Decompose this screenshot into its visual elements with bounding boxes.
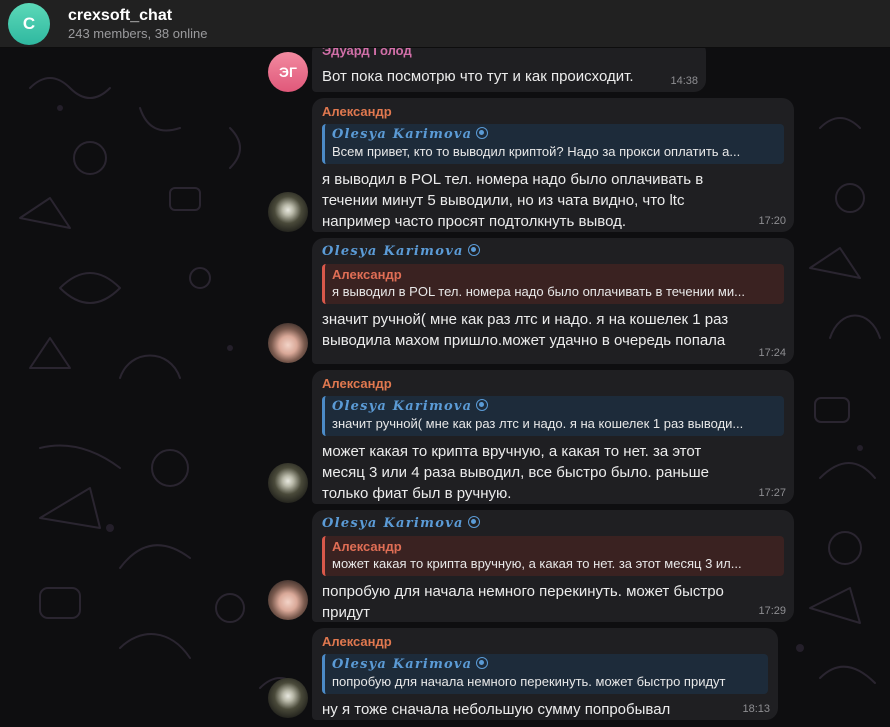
message-text: я выводил в POL тел. номера надо было оп… [322,171,704,230]
chat-avatar[interactable]: C [8,3,50,45]
message-bubble[interactable]: Александр Olesya Karimova значит ручной(… [312,370,794,504]
verified-badge-icon [476,399,489,411]
message-time: 17:24 [758,347,786,359]
message-time: 18:13 [742,703,770,715]
sender-name[interactable]: Olesya Karimova [322,244,784,261]
message-time: 17:27 [758,487,786,499]
message-bubble[interactable]: Olesya Karimova Александр может какая то… [312,510,794,622]
message-text: может какая то крипта вручную, а какая т… [322,443,709,502]
sender-name[interactable]: Александр [322,634,768,651]
reply-quote[interactable]: Olesya Karimova попробую для начала немн… [322,654,768,694]
verified-badge-icon [467,516,480,528]
reply-quote[interactable]: Olesya Karimova значит ручной( мне как р… [322,396,784,436]
sender-avatar[interactable] [268,678,308,718]
chat-header[interactable]: C crexsoft_chat 243 members, 38 online [0,0,890,48]
reply-text: значит ручной( мне как раз лтс и надо. я… [332,416,744,431]
message-bubble[interactable]: Александр Olesya Karimova Всем привет, к… [312,98,794,232]
sender-name[interactable]: Эдуард Голод [322,46,696,60]
reply-text: может какая то крипта вручную, а какая т… [332,556,742,571]
message-text: значит ручной( мне как раз лтс и надо. я… [322,311,729,349]
reply-quote[interactable]: Александр может какая то крипта вручную,… [322,536,784,576]
reply-text: попробую для начала немного перекинуть. … [332,674,726,689]
sender-name[interactable]: Александр [322,104,784,121]
verified-badge-icon [467,244,480,256]
reply-author: Olesya Karimova [332,127,777,143]
sender-avatar[interactable]: ЭГ [268,52,308,92]
reply-quote[interactable]: Александр я выводил в POL тел. номера на… [322,264,784,304]
sender-name[interactable]: Olesya Karimova [322,516,784,533]
reply-quote[interactable]: Olesya Karimova Всем привет, кто то выво… [322,124,784,164]
reply-text: Всем привет, кто то выводил криптой? Над… [332,144,741,159]
reply-author: Olesya Karimova [332,399,777,415]
message-bubble[interactable]: Olesya Karimova Александр я выводил в PO… [312,238,794,364]
sender-avatar[interactable] [268,323,308,363]
reply-author: Александр [332,267,402,282]
sender-avatar[interactable] [268,580,308,620]
message-time: 17:20 [758,215,786,227]
message-time: 14:38 [670,75,698,87]
verified-badge-icon [476,127,489,139]
sender-name[interactable]: Александр [322,376,784,393]
message-bubble[interactable]: Александр Olesya Karimova попробую для н… [312,628,778,720]
chat-member-count: 243 members, 38 online [68,26,208,41]
reply-author: Olesya Karimova [332,657,761,673]
reply-text: я выводил в POL тел. номера надо было оп… [332,284,745,299]
verified-badge-icon [476,657,489,669]
reply-author: Александр [332,539,402,554]
message-text: ну я тоже сначала небольшую сумму попроб… [322,701,671,718]
message-text: попробую для начала немного перекинуть. … [322,583,724,621]
sender-avatar[interactable] [268,463,308,503]
message-text: Вот пока посмотрю что тут и как происход… [322,68,634,85]
sender-avatar[interactable] [268,192,308,232]
chat-title[interactable]: crexsoft_chat [68,7,172,25]
message-time: 17:29 [758,605,786,617]
